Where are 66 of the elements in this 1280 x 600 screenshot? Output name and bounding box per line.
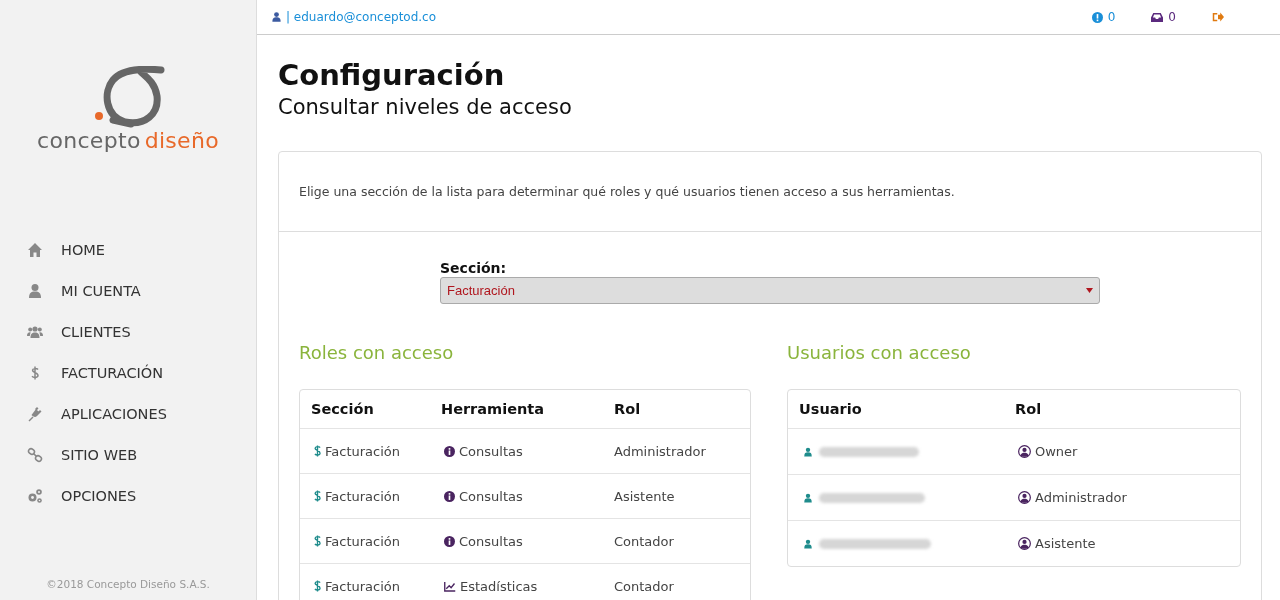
table-cell: Asistente bbox=[1015, 536, 1229, 551]
page-title: Configuración bbox=[278, 57, 506, 93]
menu-item[interactable]: APLICACIONES bbox=[0, 393, 256, 434]
menu-item[interactable]: MI CUENTA bbox=[0, 270, 256, 311]
logo-wordmark: concepto bbox=[37, 128, 141, 153]
roles-heading: Roles con acceso bbox=[299, 342, 455, 363]
dollar-icon bbox=[314, 535, 321, 547]
table-cell: Consultas bbox=[441, 488, 614, 504]
table-cell-text: Administrador bbox=[614, 443, 707, 459]
logo-wordmark-accent: diseño bbox=[144, 128, 219, 153]
column-header: Usuario bbox=[799, 401, 863, 417]
table-cell: Consultas bbox=[441, 443, 614, 459]
table-cell: Facturación bbox=[311, 533, 441, 549]
table-cell: Facturación bbox=[311, 578, 441, 594]
menu-item[interactable]: CLIENTES bbox=[0, 311, 256, 352]
dropdown-caret-icon bbox=[1086, 288, 1093, 293]
menu-item[interactable]: OPCIONES bbox=[0, 475, 256, 516]
user-icon bbox=[803, 491, 813, 504]
table-cell: Estadísticas bbox=[441, 578, 614, 594]
section-label: Sección: bbox=[440, 260, 508, 276]
copyright-text: ©2018 Concepto Diseño S.A.S. bbox=[45, 578, 211, 590]
user-circle-icon bbox=[1018, 491, 1031, 504]
menu-item[interactable]: HOME bbox=[0, 229, 256, 270]
inbox-link[interactable]: 0 bbox=[1151, 10, 1176, 24]
table-cell: Owner bbox=[1015, 444, 1229, 459]
table-cell-text: Contador bbox=[614, 578, 675, 594]
user-icon bbox=[271, 11, 282, 23]
info-icon bbox=[444, 490, 455, 502]
user-circle-icon bbox=[1018, 537, 1031, 550]
column-header: Sección bbox=[311, 401, 375, 417]
link-icon bbox=[27, 446, 43, 463]
table-cell: Facturación bbox=[311, 443, 441, 459]
home-icon bbox=[27, 241, 43, 258]
logout-button[interactable] bbox=[1212, 12, 1224, 22]
menu-item[interactable]: SITIO WEB bbox=[0, 434, 256, 475]
section-dropdown[interactable]: Facturación bbox=[440, 277, 1100, 304]
column-header: Rol bbox=[614, 401, 642, 417]
column-header: Rol bbox=[1015, 401, 1043, 417]
plug-icon bbox=[27, 405, 43, 422]
table-cell-text: Contador bbox=[614, 533, 675, 549]
user-email-link[interactable]: | eduardo@conceptod.co bbox=[286, 10, 437, 24]
line-chart-icon bbox=[444, 580, 456, 592]
info-icon bbox=[444, 445, 455, 457]
dollar-icon bbox=[314, 580, 321, 592]
menu-item[interactable]: FACTURACIÓN bbox=[0, 352, 256, 393]
user-icon bbox=[803, 537, 813, 550]
dollar-icon bbox=[314, 445, 321, 457]
alerts-link[interactable]: 0 bbox=[1091, 10, 1116, 24]
users-heading: Usuarios con acceso bbox=[787, 342, 972, 363]
info-icon bbox=[444, 535, 455, 547]
logout-icon bbox=[1212, 12, 1224, 22]
dollar-icon bbox=[314, 490, 321, 502]
user-circle-icon bbox=[1018, 445, 1031, 458]
user-icon bbox=[27, 282, 43, 299]
column-header: Herramienta bbox=[441, 401, 545, 417]
table-cell: Consultas bbox=[441, 533, 614, 549]
table-cell-text: Asistente bbox=[614, 488, 676, 504]
page-subtitle: Consultar niveles de acceso bbox=[278, 94, 573, 121]
inbox-icon bbox=[1151, 12, 1164, 22]
info-icon bbox=[1091, 11, 1103, 23]
user-icon bbox=[803, 445, 813, 458]
table-cell: Facturación bbox=[311, 488, 441, 504]
table-cell: Administrador bbox=[1015, 490, 1229, 505]
gears-icon bbox=[27, 487, 43, 504]
users-icon bbox=[27, 323, 43, 340]
intro-text: Elige una sección de la lista para determinar qué roles y qué usuarios tienen acceso a sus herramientas. bbox=[279, 152, 1261, 232]
